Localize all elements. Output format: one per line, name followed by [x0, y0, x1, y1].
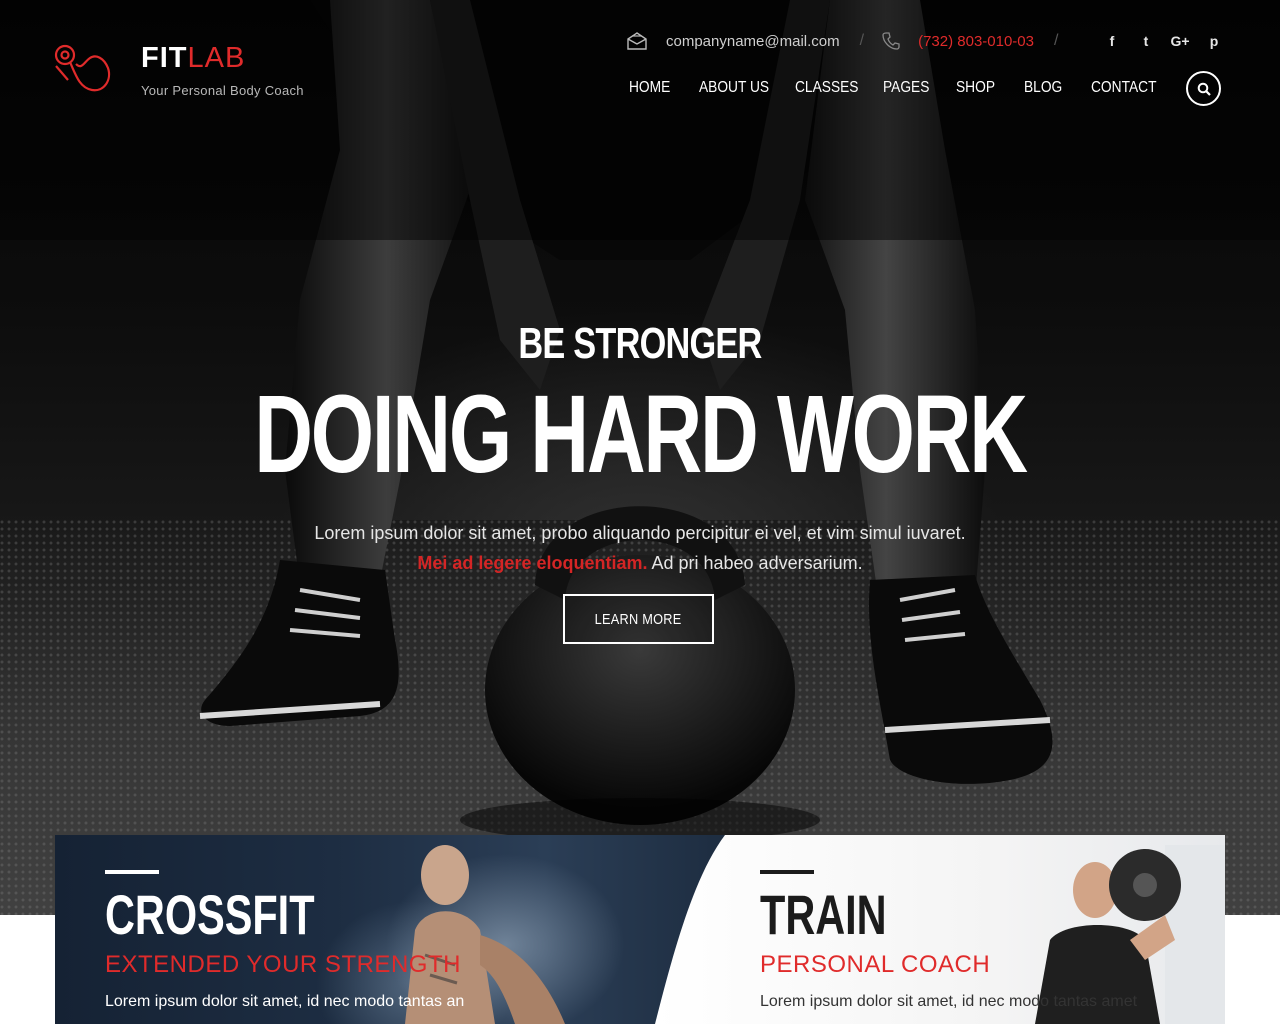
train-subtitle: PERSONAL COACH [760, 951, 991, 978]
crossfit-text: Lorem ipsum dolor sit amet, id nec modo … [105, 993, 465, 1010]
hero-desc-line1: Lorem ipsum dolor sit amet, probo aliqua… [314, 523, 966, 543]
nav-item-home[interactable]: HOME [629, 76, 689, 100]
nav-item-contact[interactable]: CONTACT [1091, 76, 1160, 100]
train-divider [760, 870, 814, 874]
twitter-icon[interactable]: t [1134, 30, 1158, 52]
brand-name-bold: FIT [141, 42, 188, 74]
search-icon [1197, 82, 1211, 96]
nav-item-pages[interactable]: PAGES [883, 76, 946, 100]
hero-desc-line2: Mei ad legere eloquentiam. Ad pri habeo … [0, 548, 1280, 578]
google-plus-icon[interactable]: G+ [1168, 30, 1192, 52]
nav-item-blog[interactable]: BLOG [1024, 76, 1082, 100]
learn-more-label: LEARN MORE [595, 610, 682, 628]
crossfit-subtitle: EXTENDED YOUR STRENGTH [105, 951, 461, 978]
crossfit-title: CROSSFIT [105, 883, 315, 946]
hero-desc-highlight: Mei ad legere eloquentiam. [417, 553, 648, 573]
hero-description: Lorem ipsum dolor sit amet, probo aliqua… [0, 518, 1280, 578]
envelope-icon [626, 30, 648, 52]
nav-item-shop[interactable]: SHOP [956, 76, 1014, 100]
feature-panels: CROSSFIT EXTENDED YOUR STRENGTH Lorem ip… [55, 835, 1225, 1024]
topbar-separator: / [859, 32, 865, 49]
main-nav: HOME ABOUT US CLASSES PAGES SHOP BLOG CO… [629, 76, 1171, 100]
social-links: f t G+ p [1100, 30, 1226, 52]
hero-pretitle: BE STRONGER [518, 319, 762, 368]
nav-item-classes[interactable]: CLASSES [795, 76, 871, 100]
facebook-icon[interactable]: f [1100, 30, 1124, 52]
train-panel[interactable]: TRAIN PERSONAL COACH Lorem ipsum dolor s… [655, 835, 1225, 1024]
contact-email[interactable]: companyname@mail.com [666, 33, 840, 50]
flexed-arm-icon[interactable] [52, 40, 114, 96]
search-button[interactable] [1186, 71, 1221, 106]
phone-icon [880, 30, 902, 52]
learn-more-button[interactable]: LEARN MORE [563, 594, 714, 644]
train-title: TRAIN [760, 883, 887, 946]
contact-topbar: companyname@mail.com / (732) 803-010-03 … [626, 28, 1074, 54]
brand-name-light: LAB [187, 42, 246, 74]
crossfit-panel[interactable]: CROSSFIT EXTENDED YOUR STRENGTH Lorem ip… [55, 835, 755, 1024]
topbar-separator: / [1054, 32, 1059, 49]
contact-phone[interactable]: (732) 803-010-03 [918, 33, 1034, 50]
brand-name[interactable]: FITLAB [141, 44, 245, 73]
train-text: Lorem ipsum dolor sit amet, id nec modo … [760, 993, 1138, 1010]
nav-item-about-us[interactable]: ABOUT US [699, 76, 782, 100]
brand-tagline: Your Personal Body Coach [141, 83, 304, 98]
crossfit-divider [105, 870, 159, 874]
hero-title: DOING HARD WORK [254, 373, 1028, 496]
pinterest-icon[interactable]: p [1202, 30, 1226, 52]
hero-desc-line2-rest: Ad pri habeo adversarium. [647, 553, 863, 573]
